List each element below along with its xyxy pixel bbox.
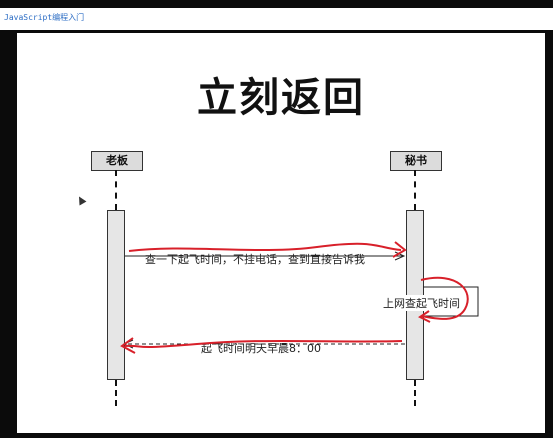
slide-canvas: 立刻返回 老板 秘书 查一下起飞时间，不挂电话，查到直接告诉我 上网查起飞时间 … [17,33,545,433]
annotation-request-stroke [128,242,402,252]
top-bar: JavaScript编程入门 [0,8,553,30]
course-link[interactable]: JavaScript编程入门 [4,12,84,23]
self-call-arrow [423,286,479,317]
diagram-lines [120,241,479,354]
